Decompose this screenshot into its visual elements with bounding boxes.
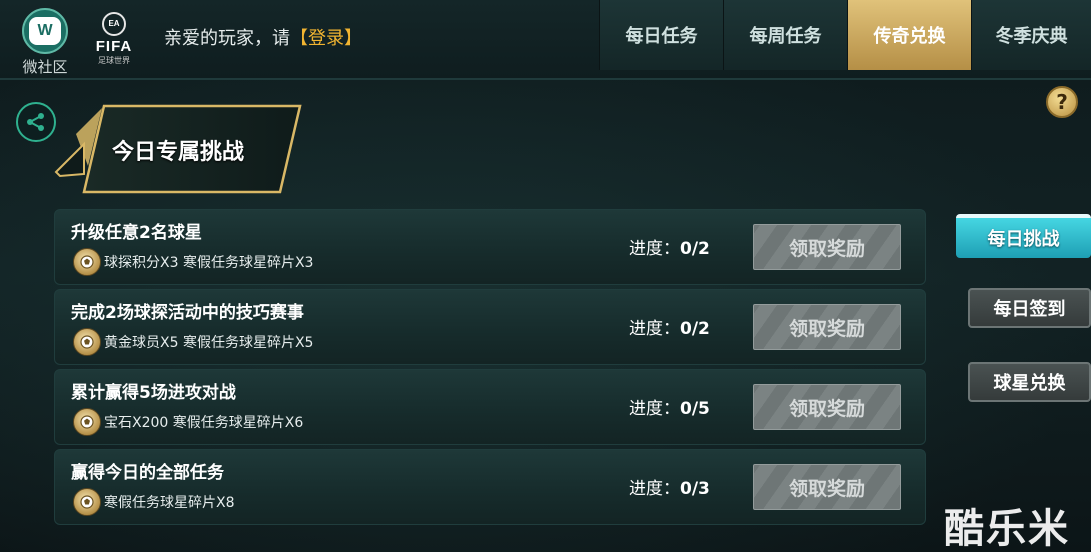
tab-winter-celebration[interactable]: 冬季庆典	[971, 0, 1091, 70]
claim-reward-button[interactable]: 领取奖励	[753, 384, 901, 430]
watermark: 酷乐米	[944, 506, 1070, 552]
progress: 进度：0/5	[629, 394, 710, 419]
task-row: 完成2场球探活动中的技巧赛事 黄金球员X5 寒假任务球星碎片X5 进度：0/2 …	[54, 289, 926, 365]
progress-label: 进度：	[629, 399, 680, 419]
reward-coin-icon	[73, 248, 101, 276]
task-row: 赢得今日的全部任务 寒假任务球星碎片X8 进度：0/3 领取奖励	[54, 449, 926, 525]
task-title: 升级任意2名球星	[71, 223, 202, 243]
task-title: 完成2场球探活动中的技巧赛事	[71, 303, 304, 323]
wechat-label: 微社区	[22, 58, 68, 76]
top-bar: W 微社区 EA FIFA 足球世界 亲爱的玩家，请【登录】 每日任务 每周任务…	[0, 0, 1091, 80]
login-link[interactable]: 【登录】	[290, 28, 362, 49]
progress-label: 进度：	[629, 319, 680, 339]
wechat-community-button[interactable]: W 微社区	[14, 8, 76, 78]
fifa-logo: EA FIFA 足球世界	[90, 12, 138, 76]
reward-coin-icon	[73, 328, 101, 356]
fifa-name: FIFA	[95, 38, 133, 55]
side-tab-daily-challenge[interactable]: 每日挑战	[956, 214, 1091, 258]
progress-label: 进度：	[629, 239, 680, 259]
tab-daily-tasks[interactable]: 每日任务	[599, 0, 723, 70]
task-title: 赢得今日的全部任务	[71, 463, 224, 483]
reward-text: 黄金球员X5 寒假任务球星碎片X5	[104, 335, 314, 351]
banner-title: 今日专属挑战	[112, 140, 245, 165]
challenge-banner: 今日专属挑战	[54, 104, 304, 194]
fifa-subtitle: 足球世界	[98, 56, 130, 65]
reward-coin-icon	[73, 488, 101, 516]
reward-row: 球探积分X3 寒假任务球星碎片X3	[73, 248, 313, 276]
task-title: 累计赢得5场进攻对战	[71, 383, 236, 403]
reward-row: 黄金球员X5 寒假任务球星碎片X5	[73, 328, 313, 356]
progress-label: 进度：	[629, 479, 680, 499]
wechat-logo-letter: W	[29, 17, 61, 45]
progress: 进度：0/2	[629, 314, 710, 339]
tab-legend-exchange[interactable]: 传奇兑换	[847, 0, 971, 70]
progress-value: 0/2	[680, 319, 710, 339]
greeting-text: 亲爱的玩家，请	[164, 28, 290, 49]
progress: 进度：0/2	[629, 234, 710, 259]
task-row: 升级任意2名球星 球探积分X3 寒假任务球星碎片X3 进度：0/2 领取奖励	[54, 209, 926, 285]
claim-reward-button[interactable]: 领取奖励	[753, 304, 901, 350]
reward-text: 球探积分X3 寒假任务球星碎片X3	[104, 255, 314, 271]
side-tab-star-exchange[interactable]: 球星兑换	[968, 362, 1091, 402]
reward-coin-icon	[73, 408, 101, 436]
side-tab-daily-checkin[interactable]: 每日签到	[968, 288, 1091, 328]
progress-value: 0/3	[680, 479, 710, 499]
task-row: 累计赢得5场进攻对战 宝石X200 寒假任务球星碎片X6 进度：0/5 领取奖励	[54, 369, 926, 445]
progress-value: 0/5	[680, 399, 710, 419]
reward-text: 寒假任务球星碎片X8	[104, 495, 235, 511]
reward-text: 宝石X200 寒假任务球星碎片X6	[104, 415, 304, 431]
progress: 进度：0/3	[629, 474, 710, 499]
claim-reward-button[interactable]: 领取奖励	[753, 224, 901, 270]
help-button[interactable]: ?	[1046, 86, 1078, 118]
reward-row: 宝石X200 寒假任务球星碎片X6	[73, 408, 303, 436]
share-icon	[27, 113, 44, 131]
tab-weekly-tasks[interactable]: 每周任务	[723, 0, 847, 70]
share-button[interactable]	[16, 102, 56, 142]
reward-row: 寒假任务球星碎片X8	[73, 488, 235, 516]
claim-reward-button[interactable]: 领取奖励	[753, 464, 901, 510]
progress-value: 0/2	[680, 239, 710, 259]
top-tabs: 每日任务 每周任务 传奇兑换 冬季庆典	[599, 0, 1091, 70]
ea-sports-icon: EA	[102, 12, 126, 36]
task-list: 升级任意2名球星 球探积分X3 寒假任务球星碎片X3 进度：0/2 领取奖励 完…	[54, 209, 926, 529]
greeting: 亲爱的玩家，请【登录】	[164, 24, 362, 50]
wechat-icon: W	[22, 8, 68, 54]
